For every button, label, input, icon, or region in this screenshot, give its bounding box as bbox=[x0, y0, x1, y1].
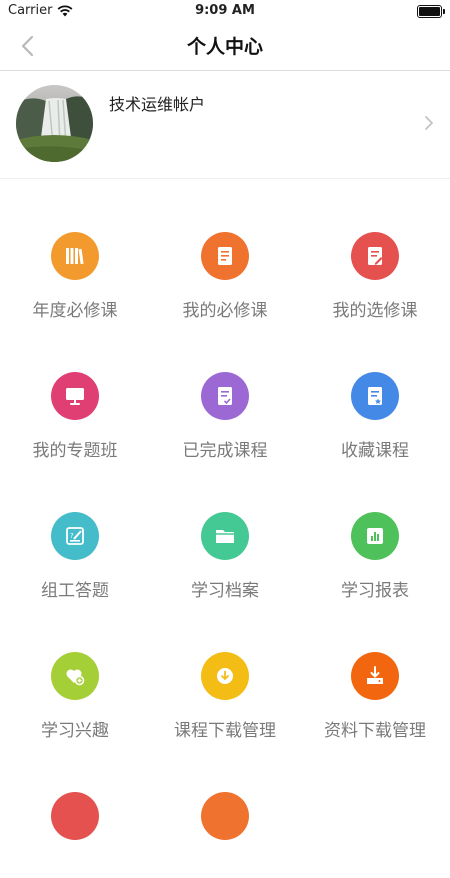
status-time: 9:09 AM bbox=[195, 3, 255, 18]
menu-my-special-classes[interactable]: 我的专题班 bbox=[0, 318, 150, 461]
document-check-icon bbox=[201, 372, 249, 420]
page-title: 个人中心 bbox=[186, 36, 263, 58]
menu-annual-required-courses[interactable]: 年度必修课 bbox=[0, 178, 150, 321]
document-star-icon bbox=[351, 372, 399, 420]
waterfall-landscape-photo bbox=[16, 85, 93, 162]
menu-item-partial[interactable] bbox=[150, 738, 300, 878]
profile-row[interactable]: 技术运维帐户 bbox=[0, 71, 450, 179]
answer-edit-icon: ? bbox=[51, 512, 99, 560]
partial-icon bbox=[51, 792, 99, 840]
bar-chart-icon bbox=[351, 512, 399, 560]
menu-study-report[interactable]: 学习报表 bbox=[300, 458, 450, 601]
monitor-icon bbox=[51, 372, 99, 420]
menu-completed-courses[interactable]: 已完成课程 bbox=[150, 318, 300, 461]
document-edit-icon bbox=[351, 232, 399, 280]
folder-icon bbox=[201, 512, 249, 560]
account-name: 技术运维帐户 bbox=[109, 95, 206, 114]
partial-icon bbox=[201, 792, 249, 840]
download-circle-icon bbox=[201, 652, 249, 700]
heart-add-icon bbox=[51, 652, 99, 700]
menu-item-partial[interactable] bbox=[0, 738, 150, 878]
menu-favorite-courses[interactable]: 收藏课程 bbox=[300, 318, 450, 461]
navigation-bar: 个人中心 bbox=[0, 22, 450, 71]
status-bar: Carrier 9:09 AM bbox=[0, 0, 450, 22]
menu-my-elective-courses[interactable]: 我的选修课 bbox=[300, 178, 450, 321]
document-icon bbox=[201, 232, 249, 280]
menu-study-records[interactable]: 学习档案 bbox=[150, 458, 300, 601]
avatar[interactable] bbox=[16, 85, 93, 162]
menu-organization-quiz[interactable]: ? 组工答题 bbox=[0, 458, 150, 601]
menu-study-interests[interactable]: 学习兴趣 bbox=[0, 598, 150, 741]
menu-label: 资料下载管理 bbox=[324, 721, 426, 741]
books-icon bbox=[51, 232, 99, 280]
download-tray-icon bbox=[351, 652, 399, 700]
menu-course-download-management[interactable]: 课程下载管理 bbox=[150, 598, 300, 741]
svg-text:?: ? bbox=[70, 532, 74, 540]
battery-icon bbox=[417, 5, 445, 18]
chevron-right-icon bbox=[425, 116, 433, 130]
menu-material-download-management[interactable]: 资料下载管理 bbox=[300, 598, 450, 741]
menu-my-required-courses[interactable]: 我的必修课 bbox=[150, 178, 300, 321]
